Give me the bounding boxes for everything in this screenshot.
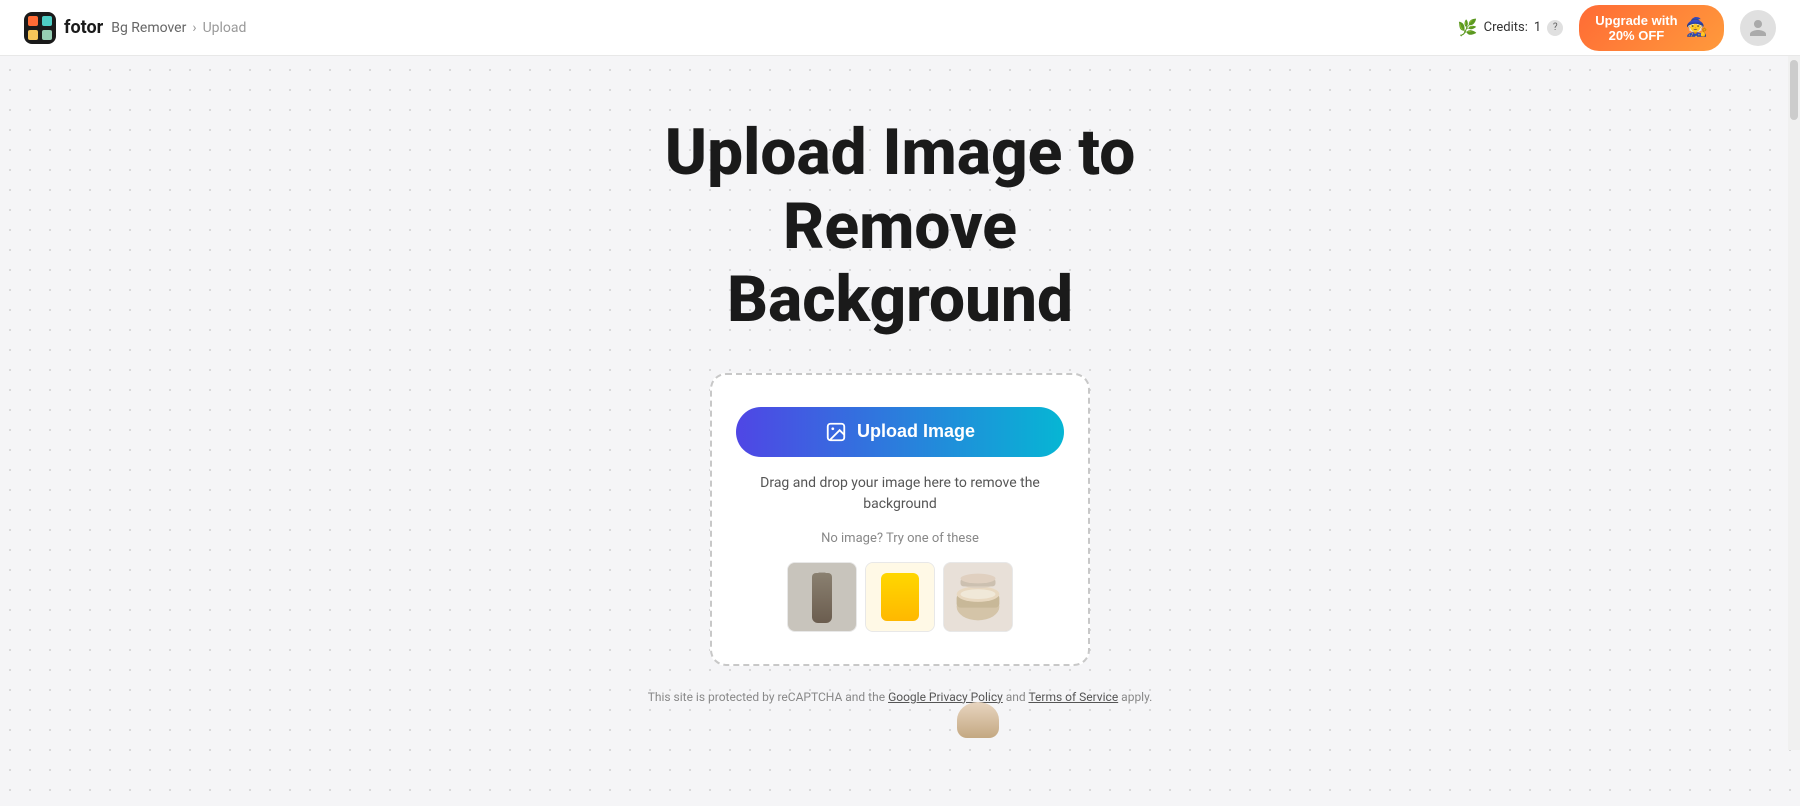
sample-image-2[interactable]: oat milk gel — [865, 562, 935, 632]
page-title: Upload Image to Remove Background — [550, 116, 1250, 337]
fotor-logo[interactable]: fotor — [24, 12, 103, 44]
sample-images-row: oat milk gel — [787, 562, 1013, 632]
privacy-policy-link[interactable]: Google Privacy Policy — [888, 690, 1003, 704]
upload-drop-zone[interactable]: Upload Image Drag and drop your image he… — [710, 373, 1090, 666]
upload-icon — [825, 421, 847, 443]
leaf-icon: 🌿 — [1458, 18, 1478, 37]
drag-drop-text: Drag and drop your image here to remove … — [760, 473, 1040, 515]
main-content: Upload Image to Remove Background Upload… — [0, 56, 1800, 750]
svg-text:oat: oat — [897, 591, 904, 597]
user-avatar[interactable] — [1740, 10, 1776, 46]
svg-text:gel: gel — [897, 602, 902, 607]
scrollbar-track[interactable] — [1788, 56, 1800, 750]
header: fotor Bg Remover › Upload 🌿 Credits: 1 ?… — [0, 0, 1800, 56]
breadcrumb-separator: › — [192, 20, 196, 36]
breadcrumb-app-name: Bg Remover — [111, 20, 186, 36]
sample-images-label: No image? Try one of these — [821, 531, 979, 546]
header-right: 🌿 Credits: 1 ? Upgrade with 20% OFF 🧙 — [1458, 5, 1776, 51]
upload-image-button[interactable]: Upload Image — [736, 407, 1064, 457]
user-icon — [1748, 18, 1768, 38]
sample-image-3[interactable] — [943, 562, 1013, 632]
upgrade-text: Upgrade with 20% OFF — [1595, 13, 1677, 43]
breadcrumb-upload: Upload — [203, 20, 247, 36]
upload-button-label: Upload Image — [857, 421, 975, 442]
credits-label: Credits: — [1484, 20, 1528, 35]
credits-badge: 🌿 Credits: 1 ? — [1458, 18, 1563, 37]
scrollbar-thumb[interactable] — [1790, 60, 1798, 120]
credits-help-button[interactable]: ? — [1547, 20, 1563, 36]
terms-of-service-link[interactable]: Terms of Service — [1028, 690, 1118, 704]
header-left: fotor Bg Remover › Upload — [24, 12, 246, 44]
fotor-logo-icon — [24, 12, 56, 44]
header-breadcrumb: Bg Remover › Upload — [111, 20, 246, 36]
fotor-logo-text: fotor — [64, 17, 103, 38]
footer-recaptcha: This site is protected by reCAPTCHA and … — [648, 690, 1153, 704]
credits-value: 1 — [1534, 20, 1541, 35]
witch-icon: 🧙 — [1686, 17, 1708, 38]
sample-image-1[interactable] — [787, 562, 857, 632]
upgrade-button[interactable]: Upgrade with 20% OFF 🧙 — [1579, 5, 1724, 51]
svg-text:milk: milk — [895, 597, 905, 603]
